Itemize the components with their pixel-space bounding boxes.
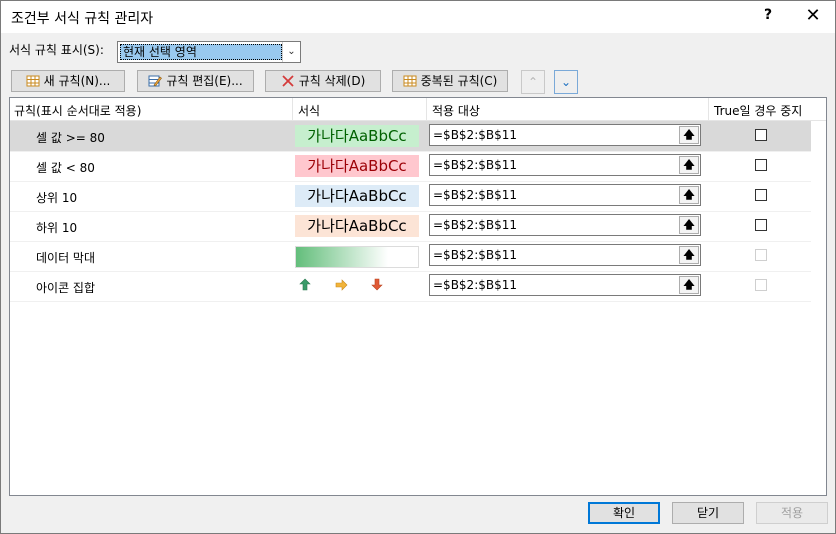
icon-set-preview bbox=[299, 278, 403, 295]
format-preview: 가나다AaBbCc bbox=[295, 125, 419, 147]
chevron-down-icon: ⌄ bbox=[560, 75, 572, 89]
collapse-dialog-icon: 🡅 bbox=[683, 188, 695, 201]
rule-row[interactable]: 셀 값 >= 80 가나다AaBbCc =$B$2:$B$11 🡅 bbox=[10, 121, 811, 152]
right-arrow-icon bbox=[335, 279, 367, 295]
move-down-button[interactable]: ⌄ bbox=[554, 70, 578, 94]
rule-row[interactable]: 셀 값 < 80 가나다AaBbCc =$B$2:$B$11 🡅 bbox=[10, 151, 811, 182]
ok-button[interactable]: 확인 bbox=[588, 502, 660, 524]
move-up-button[interactable]: ⌃ bbox=[521, 70, 545, 94]
title-bar: 조건부 서식 규칙 관리자 ? ✕ bbox=[1, 1, 835, 33]
duplicate-rule-label: 중복된 규칙(C) bbox=[420, 74, 498, 88]
range-select-button[interactable]: 🡅 bbox=[679, 126, 699, 144]
stop-if-true-checkbox[interactable] bbox=[755, 219, 767, 231]
edit-rule-label: 규칙 편집(E)... bbox=[166, 74, 243, 88]
collapse-dialog-icon: 🡅 bbox=[683, 158, 695, 171]
applies-to-value: =$B$2:$B$11 bbox=[433, 128, 518, 142]
applies-to-field[interactable]: =$B$2:$B$11 🡅 bbox=[429, 184, 701, 206]
new-rule-icon bbox=[26, 75, 40, 87]
applies-to-field[interactable]: =$B$2:$B$11 🡅 bbox=[429, 214, 701, 236]
apply-button[interactable]: 적용 bbox=[756, 502, 828, 524]
range-select-button[interactable]: 🡅 bbox=[679, 186, 699, 204]
applies-to-field[interactable]: =$B$2:$B$11 🡅 bbox=[429, 124, 701, 146]
rule-name: 상위 10 bbox=[36, 191, 78, 205]
applies-to-field[interactable]: =$B$2:$B$11 🡅 bbox=[429, 154, 701, 176]
vertical-scrollbar[interactable] bbox=[811, 98, 826, 495]
list-header: 규칙(표시 순서대로 적용) 서식 적용 대상 True일 경우 중지 bbox=[10, 98, 826, 121]
rule-name: 아이콘 집합 bbox=[36, 281, 96, 295]
stop-if-true-checkbox[interactable] bbox=[755, 159, 767, 171]
show-rules-value: 현재 선택 영역 bbox=[120, 44, 282, 60]
collapse-dialog-icon: 🡅 bbox=[683, 218, 695, 231]
column-header-applies-to: 적용 대상 bbox=[432, 104, 480, 118]
edit-rule-button[interactable]: 규칙 편집(E)... bbox=[137, 70, 254, 92]
rule-name: 데이터 막대 bbox=[36, 251, 96, 265]
dialog-window: 조건부 서식 규칙 관리자 ? ✕ 서식 규칙 표시(S): 현재 선택 영역 … bbox=[0, 0, 836, 534]
format-preview: 가나다AaBbCc bbox=[295, 155, 419, 177]
data-bar-preview bbox=[295, 246, 419, 268]
rule-row[interactable]: 하위 10 가나다AaBbCc =$B$2:$B$11 🡅 bbox=[10, 211, 811, 242]
column-divider[interactable] bbox=[708, 98, 709, 120]
chevron-down-icon[interactable]: ⌄ bbox=[282, 42, 300, 62]
rule-name: 하위 10 bbox=[36, 221, 78, 235]
rule-name: 셀 값 < 80 bbox=[36, 161, 95, 175]
applies-to-value: =$B$2:$B$11 bbox=[433, 248, 518, 262]
new-rule-label: 새 규칙(N)... bbox=[43, 74, 111, 88]
range-select-button[interactable]: 🡅 bbox=[679, 276, 699, 294]
stop-if-true-checkbox[interactable] bbox=[755, 189, 767, 201]
applies-to-field[interactable]: =$B$2:$B$11 🡅 bbox=[429, 274, 701, 296]
applies-to-value: =$B$2:$B$11 bbox=[433, 188, 518, 202]
duplicate-rule-icon bbox=[403, 75, 417, 87]
help-button[interactable]: ? bbox=[759, 7, 777, 27]
applies-to-field[interactable]: =$B$2:$B$11 🡅 bbox=[429, 244, 701, 266]
dialog-title: 조건부 서식 규칙 관리자 bbox=[11, 11, 154, 27]
rules-list: 규칙(표시 순서대로 적용) 서식 적용 대상 True일 경우 중지 셀 값 … bbox=[9, 97, 827, 496]
column-header-stop-if-true: True일 경우 중지 bbox=[714, 104, 803, 118]
rule-row[interactable]: 데이터 막대 =$B$2:$B$11 🡅 bbox=[10, 241, 811, 272]
data-bar-fill bbox=[296, 247, 388, 267]
range-select-button[interactable]: 🡅 bbox=[679, 216, 699, 234]
rule-row[interactable]: 아이콘 집합 =$B$2:$B$11 🡅 bbox=[10, 271, 811, 302]
rule-name: 셀 값 >= 80 bbox=[36, 131, 105, 145]
duplicate-rule-button[interactable]: 중복된 규칙(C) bbox=[392, 70, 508, 92]
down-arrow-icon bbox=[371, 278, 403, 295]
up-arrow-icon bbox=[299, 278, 331, 295]
close-button[interactable]: 닫기 bbox=[672, 502, 744, 524]
applies-to-value: =$B$2:$B$11 bbox=[433, 278, 518, 292]
format-preview: 가나다AaBbCc bbox=[295, 215, 419, 237]
applies-to-value: =$B$2:$B$11 bbox=[433, 218, 518, 232]
chevron-up-icon: ⌃ bbox=[527, 75, 539, 89]
range-select-button[interactable]: 🡅 bbox=[679, 246, 699, 264]
format-preview: 가나다AaBbCc bbox=[295, 185, 419, 207]
stop-if-true-checkbox[interactable] bbox=[755, 129, 767, 141]
show-rules-dropdown[interactable]: 현재 선택 영역 ⌄ bbox=[117, 41, 301, 63]
delete-rule-button[interactable]: 규칙 삭제(D) bbox=[265, 70, 381, 92]
column-header-format: 서식 bbox=[298, 104, 321, 118]
edit-rule-icon bbox=[148, 75, 163, 87]
new-rule-button[interactable]: 새 규칙(N)... bbox=[11, 70, 125, 92]
collapse-dialog-icon: 🡅 bbox=[683, 248, 695, 261]
column-divider[interactable] bbox=[426, 98, 427, 120]
delete-rule-label: 규칙 삭제(D) bbox=[298, 74, 366, 88]
delete-icon bbox=[282, 75, 294, 87]
column-divider[interactable] bbox=[292, 98, 293, 120]
column-header-rule: 규칙(표시 순서대로 적용) bbox=[14, 104, 142, 118]
close-icon[interactable]: ✕ bbox=[799, 3, 827, 29]
collapse-dialog-icon: 🡅 bbox=[683, 128, 695, 141]
stop-if-true-checkbox bbox=[755, 249, 767, 261]
stop-if-true-checkbox bbox=[755, 279, 767, 291]
range-select-button[interactable]: 🡅 bbox=[679, 156, 699, 174]
show-rules-label: 서식 규칙 표시(S): bbox=[9, 43, 104, 57]
applies-to-value: =$B$2:$B$11 bbox=[433, 158, 518, 172]
rule-row[interactable]: 상위 10 가나다AaBbCc =$B$2:$B$11 🡅 bbox=[10, 181, 811, 212]
collapse-dialog-icon: 🡅 bbox=[683, 278, 695, 291]
